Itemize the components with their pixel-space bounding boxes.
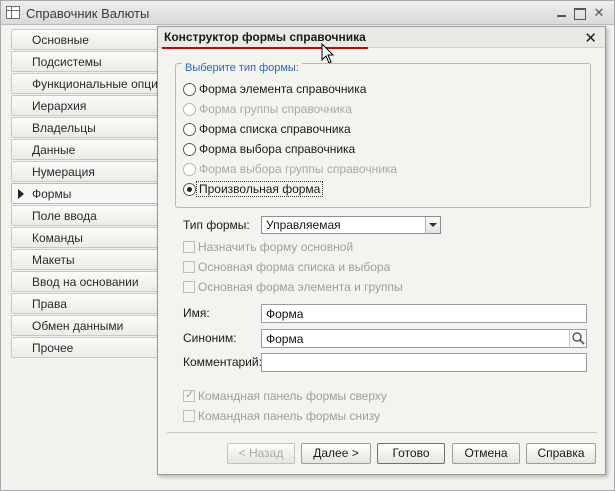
table-icon [6,6,20,19]
sidebar-item-label: Функциональные опции [32,77,165,91]
comment-label: Комментарий: [183,355,262,369]
radio-button [183,103,196,116]
checkbox-label: Основная форма элемента и группы [198,280,403,294]
radio-label: Форма выбора группы справочника [199,162,398,176]
radio-button [183,163,196,176]
name-label: Имя: [183,306,210,320]
sidebar-item-label: Иерархия [32,99,87,113]
form-kind-select[interactable]: Управляемая [261,216,441,234]
sidebar-item-label: Основные [32,33,89,47]
radio-label: Форма списка справочника [199,122,351,136]
form-constructor-dialog: Конструктор формы справочника ✕ Выберите… [157,26,606,475]
sidebar-item-label: Данные [32,143,76,157]
magnifier-glyph [572,332,585,345]
radio-button-selected[interactable] [183,183,196,196]
dialog-close-icon[interactable]: ✕ [584,29,597,47]
sidebar-item-funkcionalnye-opcii[interactable]: Функциональные опции [11,73,165,94]
sidebar-item-podsistemy[interactable]: Подсистемы [11,51,161,72]
checkbox [183,261,195,273]
checkbox [183,410,195,422]
sidebar-item-label: Команды [32,231,83,245]
sidebar-item-prochee[interactable]: Прочее [11,337,161,358]
checkbox-label: Командная панель формы снизу [198,409,381,423]
cancel-button[interactable]: Отмена [452,443,520,464]
sidebar-item-dannye[interactable]: Данные [11,139,161,160]
next-button[interactable]: Далее > [301,443,371,464]
synonym-label: Синоним: [183,331,237,345]
sidebar: Основные Подсистемы Функциональные опции… [11,29,165,359]
main-window-title: Справочник Валюты [26,6,150,21]
sidebar-item-prava[interactable]: Права [11,293,161,314]
radio-button[interactable] [183,83,196,96]
radio-label: Форма группы справочника [199,102,352,116]
checkbox-label: Назначить форму основной [198,240,354,254]
dialog-titlebar[interactable]: Конструктор формы справочника ✕ [158,27,605,49]
sidebar-item-ierarhiya[interactable]: Иерархия [11,95,161,116]
sidebar-item-obmen-dannymi[interactable]: Обмен данными [11,315,161,336]
checkbox-checked [183,388,195,402]
form-type-group-legend: Выберите тип формы: [182,62,302,74]
sidebar-item-vvod-na-osnovanii[interactable]: Ввод на основании [11,271,161,292]
sidebar-item-label: Подсистемы [32,55,102,69]
sidebar-item-formy[interactable]: Формы [11,183,161,204]
sidebar-item-label: Нумерация [32,165,95,179]
close-icon[interactable]: ✕ [591,5,607,21]
sidebar-item-makety[interactable]: Макеты [11,249,161,270]
help-button[interactable]: Справка [526,443,596,464]
sidebar-item-label: Макеты [32,253,75,267]
checkbox-label: Основная форма списка и выбора [198,260,391,274]
dialog-title: Конструктор формы справочника [164,30,366,44]
search-icon[interactable] [569,329,587,348]
sidebar-item-label: Владельцы [32,121,96,135]
form-kind-value: Управляемая [266,218,341,232]
back-button: < Назад [227,443,295,464]
form-kind-label: Тип формы: [183,218,250,232]
sidebar-item-label: Обмен данными [32,319,124,333]
sidebar-item-label: Прочее [32,341,74,355]
sidebar-item-komandy[interactable]: Команды [11,227,161,248]
radio-label: Форма выбора справочника [199,142,356,156]
sidebar-item-numeraciya[interactable]: Нумерация [11,161,161,182]
mouse-cursor-icon [321,43,335,64]
sidebar-item-label: Формы [32,187,72,201]
title-red-underline [162,47,368,49]
sidebar-item-vladelcy[interactable]: Владельцы [11,117,161,138]
divider [167,432,597,433]
checkbox [183,281,195,293]
main-titlebar: Справочник Валюты ✕ [1,1,614,25]
radio-button[interactable] [183,143,196,156]
radio-label: Произвольная форма [195,181,324,197]
name-input[interactable] [261,304,587,323]
checkbox-label: Командная панель формы сверху [198,389,387,403]
sidebar-item-label: Поле ввода [32,209,97,223]
radio-label: Форма элемента справочника [199,82,367,96]
radio-button[interactable] [183,123,196,136]
done-button[interactable]: Готово [377,443,445,464]
sidebar-item-label: Ввод на основании [32,275,139,289]
checkbox [183,241,195,253]
synonym-input[interactable] [261,329,571,348]
comment-input[interactable] [261,353,587,372]
sidebar-item-label: Права [32,297,67,311]
maximize-icon[interactable] [571,5,587,21]
chevron-down-icon[interactable] [425,217,440,233]
sidebar-item-pole-vvoda[interactable]: Поле ввода [11,205,161,226]
sidebar-item-osnovnye[interactable]: Основные [11,29,161,50]
minimize-icon[interactable] [553,5,569,21]
selected-arrow-icon [18,189,24,199]
